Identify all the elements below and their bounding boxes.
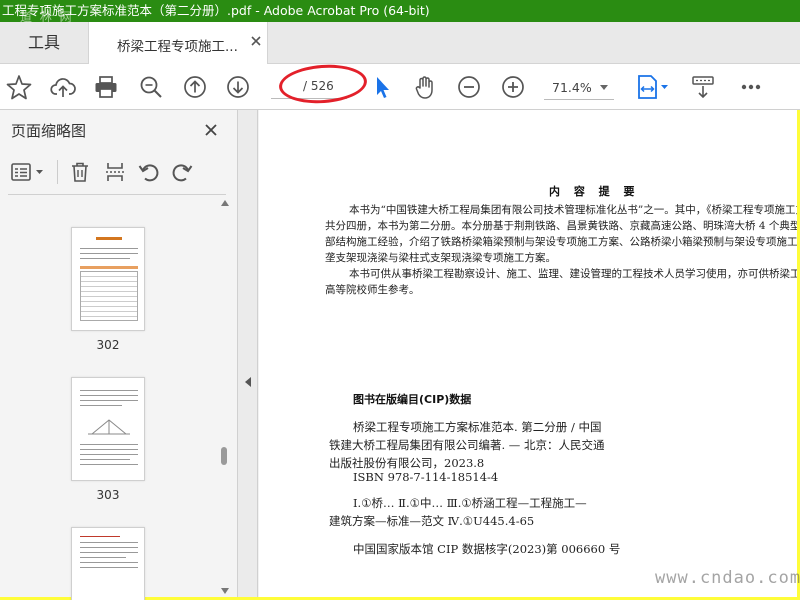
rotate-counterclockwise-icon[interactable] <box>137 160 161 184</box>
tab-tools[interactable]: 工具 <box>0 22 88 64</box>
main-toolbar: / 526 71.4% <box>0 61 800 110</box>
cip-line: 中国国家版本馆 CIP 数据核字(2023)第 006660 号 <box>353 542 621 556</box>
thumbnail-page-number: 302 <box>96 338 120 352</box>
thumbnail-text-line <box>80 258 130 259</box>
cip-line: 桥梁工程专项施工方案标准范本. 第二分册 / 中国 <box>353 420 602 434</box>
watermark-bottom: www.cndao.com <box>655 568 800 588</box>
document-text-line: 高等院校师生参考。 <box>325 284 420 296</box>
thumbnail-table <box>80 271 138 321</box>
zoom-level-select[interactable]: 71.4% <box>544 76 614 100</box>
tab-document-label: 桥梁工程专项施工... <box>117 39 238 55</box>
document-heading: 内 容 提 要 <box>549 185 640 198</box>
document-text-line: 垄支架现浇梁与梁柱式支架现浇梁专项施工方案。 <box>325 252 556 264</box>
page-layout-icon[interactable] <box>636 74 672 100</box>
page-thumbnail[interactable] <box>71 377 145 481</box>
scrollbar-thumb[interactable] <box>221 447 227 465</box>
thumbnail-text-line <box>80 449 138 450</box>
thumbnail-options-icon[interactable] <box>10 161 46 183</box>
thumbnail-text-line <box>80 395 138 396</box>
previous-page-icon[interactable] <box>182 74 208 100</box>
tab-bar: 工具 桥梁工程专项施工... <box>0 22 800 64</box>
zoom-out-icon[interactable] <box>456 74 482 100</box>
document-text-line: 本书为“中国铁建大桥工程局集团有限公司技术管理标准化丛书”之一。其中，《桥梁工程… <box>349 204 797 216</box>
collapse-panel-icon[interactable] <box>245 377 251 387</box>
next-page-icon[interactable] <box>225 74 251 100</box>
document-text-line: 本书可供从事桥梁工程勘察设计、施工、监理、建设管理的工程技术人员学习使用，亦可供… <box>349 268 797 280</box>
cip-line: ISBN 978-7-114-18514-4 <box>353 470 499 484</box>
window-title-bar: 工程专项施工方案标准范本（第二分册）.pdf - Adobe Acrobat P… <box>0 0 800 22</box>
rotate-clockwise-icon[interactable] <box>170 160 194 184</box>
thumbnail-text-line <box>80 454 138 455</box>
thumbnail-text-line <box>80 444 138 445</box>
insert-page-icon[interactable] <box>103 160 127 184</box>
keyboard-scroll-icon[interactable] <box>690 74 716 100</box>
hand-tool-icon[interactable] <box>412 74 438 100</box>
zoom-in-icon[interactable] <box>500 74 526 100</box>
thumbnail-header-mark <box>80 536 120 537</box>
tab-document[interactable]: 桥梁工程专项施工... <box>88 22 268 64</box>
scroll-down-icon[interactable] <box>221 588 229 594</box>
panel-splitter[interactable] <box>238 110 258 597</box>
thumbnail-text-line <box>80 552 138 553</box>
print-icon[interactable] <box>93 74 119 100</box>
document-text-line: 部结构施工经验，介绍了铁路桥梁箱梁预制与架设专项施工方案、公路桥梁小箱梁预制与架… <box>325 236 797 248</box>
thumbnail-text-line <box>80 562 138 563</box>
document-text-line: 共分四册，本书为第二分册。本分册基于荆荆铁路、昌景黄铁路、京藏高速公路、明珠湾大… <box>325 220 797 232</box>
zoom-level-value: 71.4% <box>552 80 592 95</box>
thumbnail-text-line <box>80 248 138 249</box>
annotation-ellipse <box>277 61 369 107</box>
thumbnail-table-header <box>80 266 138 269</box>
panel-divider <box>8 194 226 195</box>
chevron-down-icon <box>600 85 608 90</box>
delete-page-icon[interactable] <box>68 160 92 184</box>
close-icon[interactable] <box>203 122 219 138</box>
thumbnail-text-line <box>80 547 138 548</box>
cloud-upload-icon[interactable] <box>50 74 76 100</box>
thumbnail-text-line <box>80 557 126 558</box>
scroll-up-icon[interactable] <box>221 200 229 206</box>
zoom-search-icon[interactable] <box>138 74 164 100</box>
toolbar-divider <box>57 160 58 184</box>
thumbnail-text-line <box>80 459 130 460</box>
cip-line: 铁建大桥工程局集团有限公司编著. — 北京：人民交通 <box>329 438 605 452</box>
close-icon[interactable] <box>249 34 263 48</box>
page-thumbnails-panel: 页面缩略图 302 303 <box>0 110 238 600</box>
thumbnail-text-line <box>80 405 122 406</box>
thumbnail-text-line <box>80 542 138 543</box>
thumbnail-text-line <box>80 567 138 568</box>
page-thumbnail[interactable] <box>71 527 145 600</box>
cip-heading: 图书在版编目(CIP)数据 <box>353 393 472 406</box>
thumbnail-text-line <box>80 253 138 254</box>
select-pointer-icon[interactable] <box>369 74 395 100</box>
star-icon[interactable] <box>6 74 32 100</box>
more-options-icon[interactable] <box>738 74 764 100</box>
thumbnail-text-line <box>80 464 138 465</box>
cip-line: Ⅰ.①桥… Ⅱ.①中… Ⅲ.①桥涵工程—工程施工— <box>353 496 587 510</box>
thumbnail-header-mark <box>96 237 122 240</box>
panel-title: 页面缩略图 <box>11 122 87 140</box>
thumbnail-toolbar <box>8 158 228 188</box>
page-thumbnail[interactable] <box>71 227 145 331</box>
thumbnail-text-line <box>80 400 138 401</box>
cip-line: 建筑方案—标准—范文 Ⅳ.①U445.4-65 <box>329 514 535 528</box>
thumbnail-text-line <box>80 390 138 391</box>
thumbnail-scrollbar[interactable] <box>218 200 232 595</box>
thumbnail-figure <box>88 419 130 435</box>
document-page-view: 内 容 提 要 本书为“中国铁建大桥工程局集团有限公司技术管理标准化丛书”之一。… <box>259 110 797 597</box>
thumbnail-page-number: 303 <box>96 488 120 502</box>
